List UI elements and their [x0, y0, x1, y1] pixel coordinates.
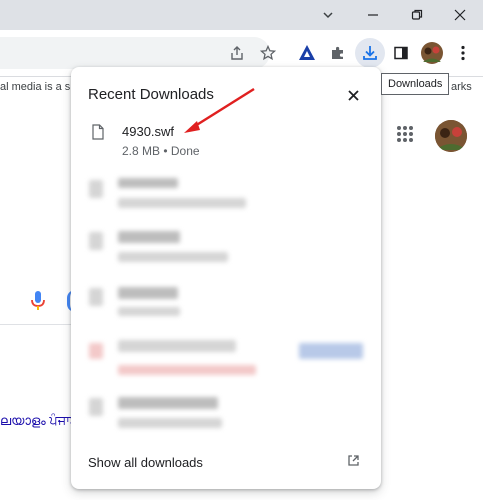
star-icon — [260, 45, 276, 61]
puzzle-icon — [332, 46, 343, 59]
downloads-bubble: Recent Downloads 4930.swf 2.8 MB • Done … — [71, 67, 381, 489]
blurred-download-name — [118, 397, 218, 409]
close-window-button[interactable] — [437, 0, 483, 30]
title-bar — [0, 0, 483, 30]
bookmark-item[interactable]: al media is a s — [0, 81, 70, 93]
blurred-file-icon — [89, 232, 103, 250]
downloads-button[interactable] — [355, 38, 385, 68]
search-box-border — [0, 324, 74, 325]
blurred-download-status — [118, 418, 222, 428]
blurred-file-icon — [89, 288, 103, 306]
account-avatar-image — [435, 120, 467, 152]
blurred-download-name — [118, 178, 178, 188]
menu-icon — [461, 45, 465, 61]
downloads-tooltip: Downloads — [381, 73, 450, 95]
share-icon — [231, 46, 243, 60]
profile-avatar — [421, 42, 443, 64]
google-apps-button[interactable] — [396, 125, 414, 148]
extension-button[interactable] — [292, 38, 322, 68]
apps-grid-icon — [397, 126, 413, 142]
download-icon — [363, 46, 377, 60]
blurred-download-status — [118, 252, 228, 262]
blurred-download-status — [118, 307, 180, 316]
microphone-icon — [31, 291, 45, 310]
extension-logo-icon — [299, 45, 315, 60]
blurred-download-status — [118, 198, 246, 208]
profile-button[interactable] — [417, 38, 447, 68]
extensions-menu-button[interactable] — [323, 38, 353, 68]
blurred-download-status — [118, 365, 256, 375]
open-downloads-page-button[interactable] — [347, 454, 360, 472]
external-link-icon — [348, 455, 359, 466]
bookmark-star-button[interactable] — [253, 38, 283, 68]
blurred-download-action — [299, 343, 363, 359]
voice-search-button[interactable] — [30, 290, 46, 317]
blurred-download-name — [118, 340, 236, 352]
side-panel-icon — [394, 46, 408, 60]
blurred-download-name — [118, 287, 178, 299]
side-panel-button[interactable] — [386, 38, 416, 68]
restore-icon — [411, 9, 423, 20]
blurred-file-icon — [89, 180, 103, 198]
account-avatar[interactable] — [435, 120, 467, 152]
other-bookmarks[interactable]: arks — [451, 81, 472, 93]
blurred-download-name — [118, 231, 180, 243]
share-button[interactable] — [222, 38, 252, 68]
chrome-menu-button[interactable] — [448, 38, 478, 68]
blurred-file-icon — [89, 343, 103, 359]
chevron-down-icon — [323, 12, 333, 19]
tab-search-button[interactable] — [305, 0, 351, 30]
restore-button[interactable] — [394, 0, 440, 30]
language-links[interactable]: ലയാളം ਪੰਜਾਬ — [0, 413, 78, 429]
show-all-downloads-link[interactable]: Show all downloads — [88, 455, 203, 470]
minimize-button[interactable] — [350, 0, 396, 30]
minimize-icon — [368, 14, 378, 16]
blurred-file-icon — [89, 398, 103, 416]
close-icon — [454, 9, 466, 21]
